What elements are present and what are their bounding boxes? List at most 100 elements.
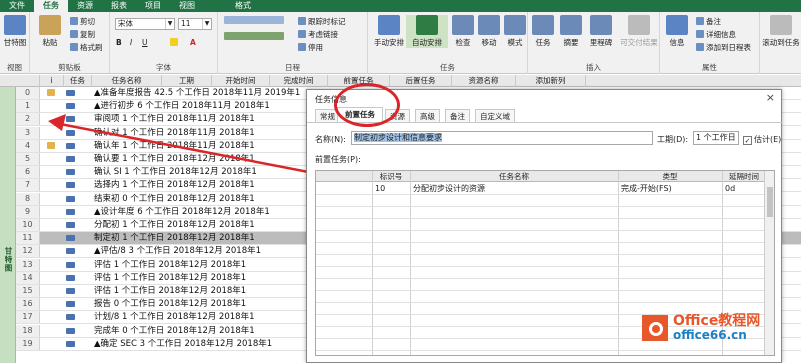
header-task-name[interactable]: 任务名称: [92, 75, 162, 87]
task-row-text[interactable]: 报告 0 个工作日 2018年12月 2018年1: [94, 298, 320, 310]
update-buttons[interactable]: [224, 32, 286, 42]
task-name-input[interactable]: 制定初步设计和信息要求: [351, 131, 653, 145]
row-id[interactable]: 10: [16, 219, 40, 231]
mark-on-track-button[interactable]: 跟踪时标记: [298, 17, 346, 27]
row-id[interactable]: 6: [16, 166, 40, 179]
header-duration[interactable]: 工期: [162, 75, 212, 87]
header-indicators[interactable]: i: [40, 75, 64, 87]
gantt-chart-button[interactable]: 甘特图: [0, 15, 33, 48]
task-row-text[interactable]: 选择内 1 个工作日 2018年12月 2018年1: [94, 179, 320, 191]
task-row-text[interactable]: ▲确定 SEC 3 个工作日 2018年12月 2018年1: [94, 338, 320, 350]
move-button[interactable]: 移动: [476, 15, 502, 48]
grid-cell-id[interactable]: 10: [372, 183, 410, 194]
information-button[interactable]: 信息: [662, 15, 692, 48]
row-id[interactable]: 3: [16, 126, 40, 139]
row-id[interactable]: 7: [16, 179, 40, 192]
details-button[interactable]: 详细信息: [696, 30, 736, 40]
paste-button[interactable]: 粘贴: [32, 15, 68, 48]
row-id[interactable]: 14: [16, 271, 40, 284]
inactivate-button[interactable]: 停用: [298, 43, 323, 53]
milestone-button[interactable]: 里程碑: [586, 15, 616, 48]
row-id[interactable]: 9: [16, 205, 40, 218]
row-id[interactable]: 17: [16, 311, 40, 324]
row-id[interactable]: 19: [16, 337, 40, 350]
task-row-text[interactable]: 结束初 0 个工作日 2018年12月 2018年1: [94, 193, 320, 205]
respect-links-button[interactable]: 考虑链接: [298, 30, 338, 40]
header-add-new-column[interactable]: 添加新列: [516, 75, 586, 87]
deliverable-button[interactable]: 可交付结果: [618, 15, 660, 48]
row-id[interactable]: 8: [16, 192, 40, 205]
task-row-text[interactable]: ▲进行初步 6 个工作日 2018年11月 2018年1: [94, 100, 320, 112]
scroll-to-task-button[interactable]: 滚动到任务: [762, 15, 800, 48]
header-task-mode[interactable]: 任务: [64, 75, 92, 87]
row-id[interactable]: 2: [16, 113, 40, 126]
task-row-text[interactable]: 确认 SI 1 个工作日 2018年12月 2018年1: [94, 166, 320, 178]
copy-button[interactable]: 复制: [70, 30, 95, 40]
add-to-timeline-button[interactable]: 添加到日程表: [696, 43, 751, 53]
manual-schedule-button[interactable]: 手动安排: [368, 15, 410, 48]
tab-project[interactable]: 项目: [136, 0, 170, 12]
grid-cell-task-name[interactable]: 分配初步设计的资源: [410, 183, 618, 194]
auto-schedule-button[interactable]: 自动安排: [406, 15, 448, 48]
task-row-text[interactable]: ▲评估/8 3 个工作日 2018年12月 2018年1: [94, 245, 320, 257]
tab-resource[interactable]: 资源: [68, 0, 102, 12]
notes-button[interactable]: 备注: [696, 17, 721, 27]
grid-cell-lag[interactable]: 0d: [722, 183, 766, 194]
task-row-text[interactable]: 评估 1 个工作日 2018年12月 2018年1: [94, 272, 320, 284]
task-row-text[interactable]: 完成年 0 个工作日 2018年12月 2018年1: [94, 325, 320, 337]
task-row-text[interactable]: 评估 1 个工作日 2018年12月 2018年1: [94, 285, 320, 297]
header-start[interactable]: 开始时间: [212, 75, 270, 87]
row-id[interactable]: 5: [16, 153, 40, 165]
row-id[interactable]: 11: [16, 232, 40, 245]
row-id[interactable]: 16: [16, 298, 40, 311]
task-row-text[interactable]: 确认对 1 个工作日 2018年11月 2018年1: [94, 127, 320, 139]
tab-view[interactable]: 视图: [170, 0, 204, 12]
tab-notes[interactable]: 备注: [445, 109, 470, 122]
format-painter-button[interactable]: 格式刷: [70, 43, 103, 53]
row-id[interactable]: 0: [16, 87, 40, 99]
row-id[interactable]: 15: [16, 285, 40, 297]
font-color-button[interactable]: A: [190, 38, 196, 48]
task-row-text[interactable]: 确认年 1 个工作日 2018年11月 2018年1: [94, 140, 320, 152]
tab-advanced[interactable]: 高级: [415, 109, 440, 122]
tab-report[interactable]: 报表: [102, 0, 136, 12]
task-row-text[interactable]: 制定初 1 个工作日 2018年12月 2018年1: [94, 232, 320, 244]
scrollbar-thumb[interactable]: [767, 187, 773, 217]
percent-complete-buttons[interactable]: [224, 16, 286, 26]
italic-button[interactable]: I: [130, 38, 132, 48]
task-row-text[interactable]: ▲准备年度报告 42.5 个工作日 2018年11月 2019年1: [94, 87, 320, 99]
view-bar[interactable]: 甘特图: [0, 87, 16, 363]
inspect-button[interactable]: 检查: [450, 15, 476, 48]
header-finish[interactable]: 完成时间: [270, 75, 328, 87]
task-row-text[interactable]: ▲设计年度 6 个工作日 2018年12月 2018年1: [94, 206, 320, 218]
grid-scrollbar[interactable]: [764, 171, 774, 355]
highlight-color-button[interactable]: [170, 38, 180, 48]
row-id[interactable]: 12: [16, 245, 40, 258]
task-row-text[interactable]: 分配初 1 个工作日 2018年12月 2018年1: [94, 219, 320, 231]
task-row-text[interactable]: 确认要 1 个工作日 2018年12月 2018年1: [94, 153, 320, 165]
row-id[interactable]: 1: [16, 100, 40, 113]
row-id[interactable]: 4: [16, 139, 40, 152]
insert-task-button[interactable]: 任务: [530, 15, 556, 48]
tab-file[interactable]: 文件: [0, 0, 34, 12]
task-row-text[interactable]: 计划/8 1 个工作日 2018年12月 2018年1: [94, 311, 320, 323]
tab-format[interactable]: 格式: [226, 0, 260, 12]
estimated-checkbox[interactable]: ✓ 估计(E): [743, 134, 781, 145]
header-select-all[interactable]: [0, 75, 40, 87]
task-row-text[interactable]: 审阅项 1 个工作日 2018年11月 2018年1: [94, 113, 320, 125]
tab-custom-fields[interactable]: 自定义域: [475, 109, 515, 122]
mode-button[interactable]: 模式: [502, 15, 528, 48]
font-name-select[interactable]: 宋体 ▼: [115, 18, 175, 30]
cut-button[interactable]: 剪切: [70, 17, 95, 27]
summary-button[interactable]: 摘要: [558, 15, 584, 48]
header-resource-names[interactable]: 资源名称: [452, 75, 516, 87]
close-icon[interactable]: ×: [766, 91, 775, 104]
row-id[interactable]: 13: [16, 258, 40, 271]
task-row-text[interactable]: 评估 1 个工作日 2018年12月 2018年1: [94, 259, 320, 271]
header-successors[interactable]: 后置任务: [390, 75, 452, 87]
row-id[interactable]: 18: [16, 324, 40, 337]
duration-input[interactable]: 1 个工作日: [693, 131, 739, 145]
underline-button[interactable]: U: [142, 38, 148, 48]
grid-cell-type[interactable]: 完成-开始(FS): [618, 183, 722, 194]
font-size-select[interactable]: 11 ▼: [178, 18, 212, 30]
